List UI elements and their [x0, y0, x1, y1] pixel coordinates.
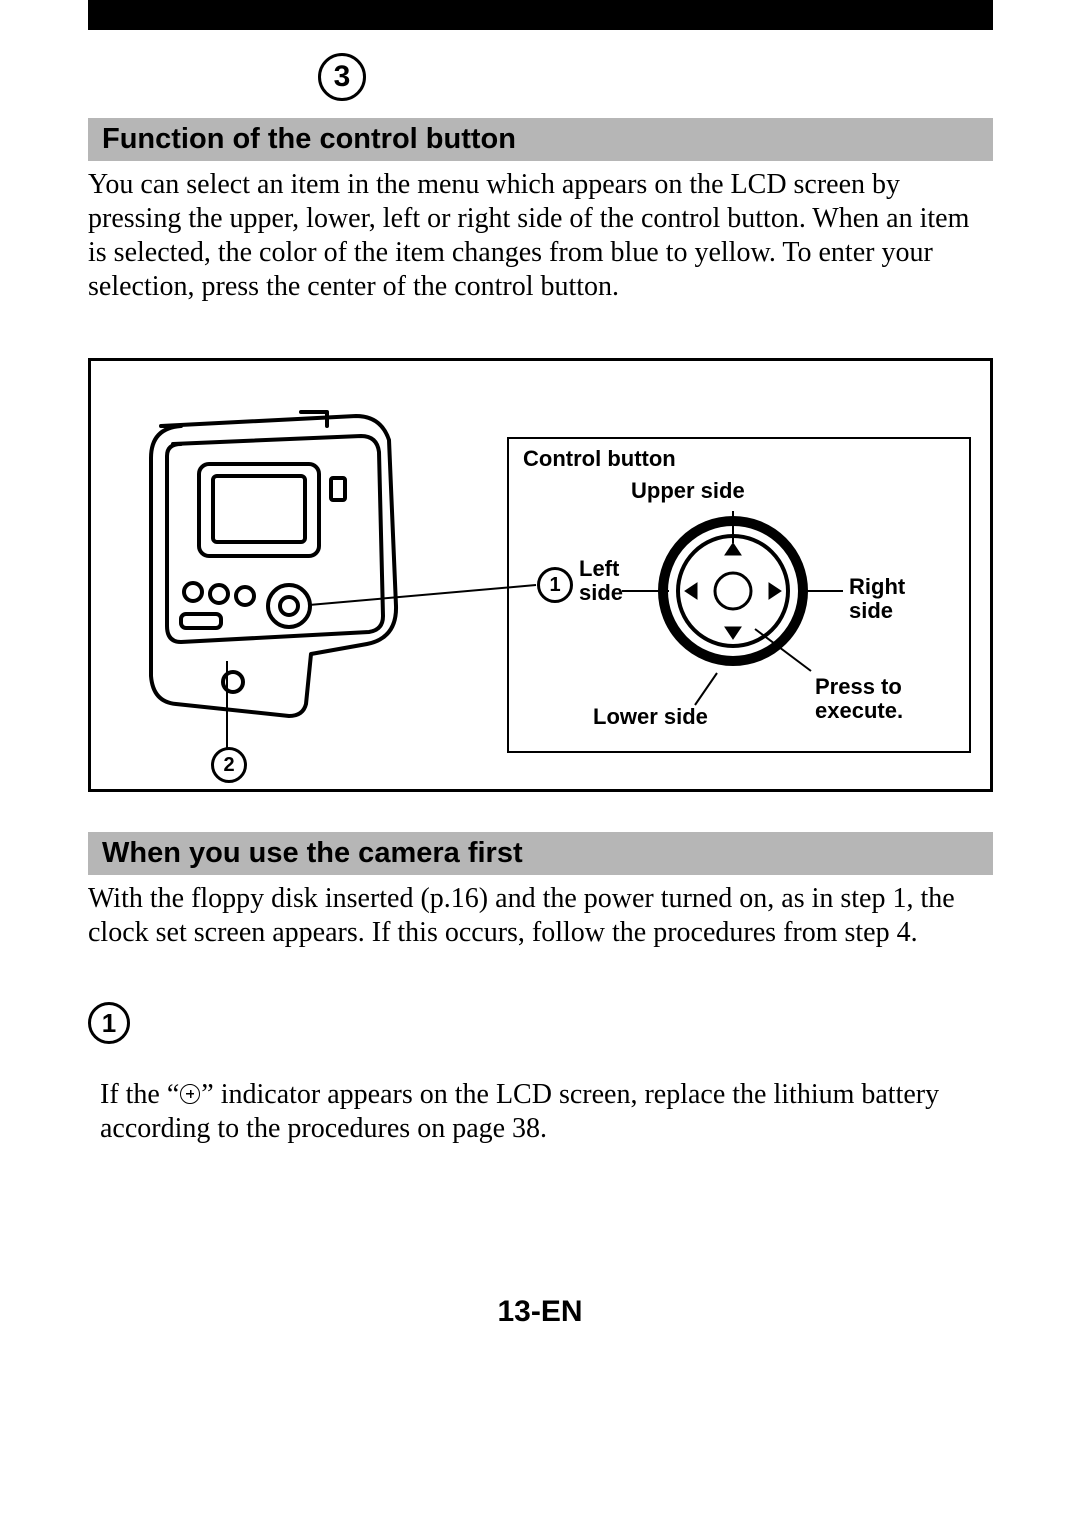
section2-body: With the floppy disk inserted (p.16) and… — [88, 882, 993, 950]
label-lower: Lower side — [593, 705, 708, 729]
page-number: 13-EN — [0, 1295, 1080, 1329]
step1-text-after: ” indicator appears on the LCD screen, r… — [100, 1079, 939, 1144]
step-number-1: 1 — [88, 1002, 130, 1044]
label-right: Right side — [849, 575, 919, 623]
section1-body: You can select an item in the menu which… — [88, 168, 993, 305]
label-press: Press to execute. — [815, 675, 935, 723]
header-black-bar — [88, 0, 993, 30]
step-number-3: 3 — [318, 53, 366, 101]
figure-box: 1 2 Control button Upper side Left side … — [88, 358, 993, 792]
callout-2: 2 — [211, 747, 247, 783]
section-header-function: Function of the control button — [88, 118, 993, 161]
label-control-button: Control button — [523, 447, 676, 471]
section-header-first-use: When you use the camera first — [88, 832, 993, 875]
step1-body: If the “” indicator appears on the LCD s… — [100, 1078, 993, 1146]
label-upper: Upper side — [631, 479, 745, 503]
step1-text-before: If the “ — [100, 1079, 179, 1110]
label-left: Left side — [579, 557, 639, 605]
battery-indicator-icon — [180, 1084, 200, 1104]
